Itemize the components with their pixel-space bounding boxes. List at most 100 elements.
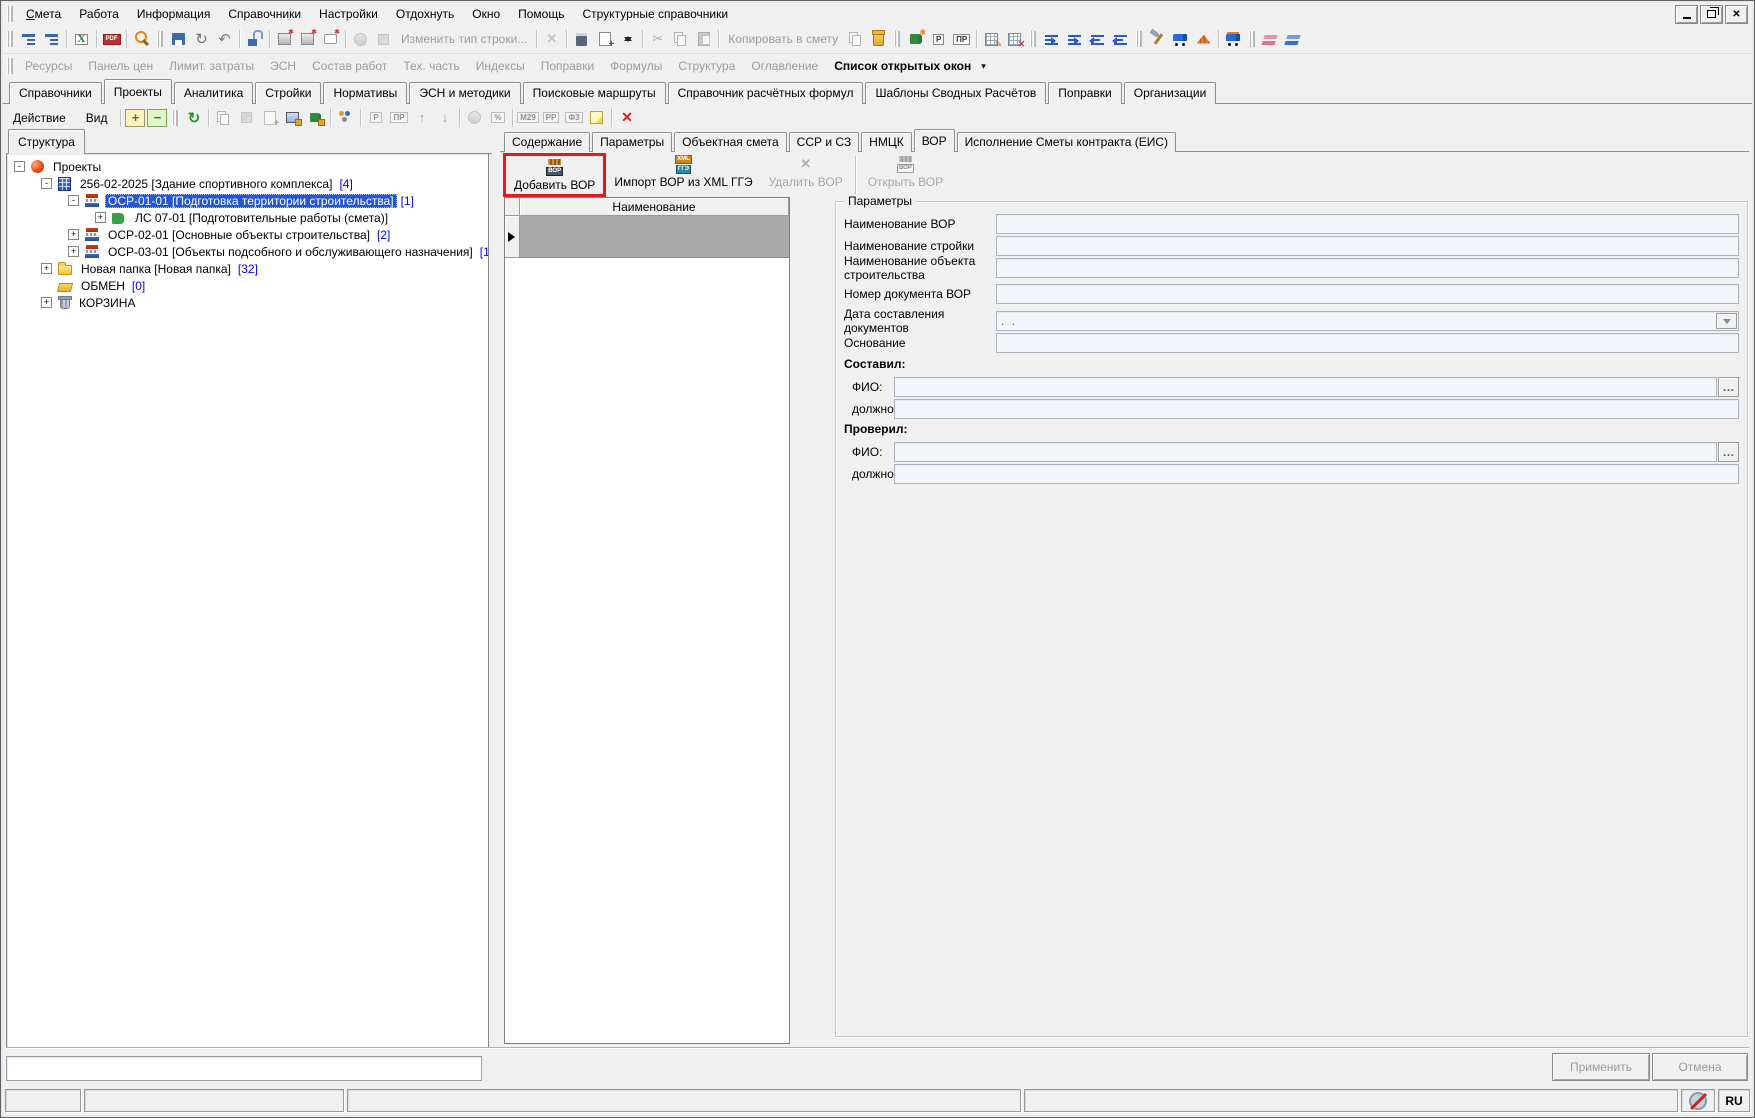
indent-level-icon[interactable] <box>1064 29 1085 49</box>
tree-row[interactable]: - Проекты <box>7 158 488 175</box>
menu-item[interactable]: Настройки <box>310 4 387 24</box>
compiled-fio-browse-button[interactable]: … <box>1718 377 1739 397</box>
menu-item[interactable]: Справочники <box>219 4 310 24</box>
sort-rows-icon[interactable] <box>617 29 638 49</box>
truck-loaded-icon[interactable] <box>1223 29 1244 49</box>
close-button[interactable]: ✕ <box>1725 5 1748 24</box>
document-tab[interactable]: Содержание <box>504 132 590 152</box>
checked-fio-input[interactable] <box>894 442 1717 462</box>
tree-row[interactable]: + ЛС 07-01 [Подготовительные работы (сме… <box>7 209 488 226</box>
main-tab[interactable]: ЭСН и методики <box>409 82 520 104</box>
refresh-icon[interactable] <box>191 29 212 49</box>
outdent-last-level-icon[interactable] <box>1110 29 1131 49</box>
import-file-icon[interactable] <box>282 108 303 128</box>
expand-all-icon[interactable]: + <box>125 109 145 127</box>
menu-item[interactable]: Помощь <box>509 4 573 24</box>
compiled-fio-input[interactable] <box>894 377 1717 397</box>
close-panel-icon[interactable] <box>616 108 637 128</box>
document-tab[interactable]: Исполнение Сметы контракта (ЕИС) <box>957 132 1176 152</box>
toolbar-grip[interactable] <box>894 31 900 47</box>
toolbar-grip[interactable] <box>157 31 163 47</box>
add-vor-button[interactable]: ВОР Добавить ВОР <box>506 156 603 194</box>
materials-icon[interactable] <box>1193 29 1214 49</box>
books-pink-icon[interactable] <box>1260 29 1281 49</box>
tree-row[interactable]: - ОСР-01-01 [Подготовка территории строи… <box>7 192 488 209</box>
add-comment-icon[interactable] <box>320 29 341 49</box>
toolbar-grip[interactable] <box>1249 31 1255 47</box>
toolbar-grip[interactable] <box>7 58 13 74</box>
tree-expand-toggle[interactable]: + <box>41 297 52 308</box>
menu-item[interactable]: Смета <box>17 4 70 24</box>
collapse-all-icon[interactable]: − <box>147 109 167 127</box>
main-tab[interactable]: Организации <box>1124 82 1217 104</box>
checked-fio-browse-button[interactable]: … <box>1718 442 1739 462</box>
books-blue-icon[interactable] <box>1283 29 1304 49</box>
main-tab[interactable]: Стройки <box>255 82 321 104</box>
main-tab[interactable]: Проекты <box>104 79 172 104</box>
row-selector-header[interactable] <box>505 198 520 216</box>
structure-tree-icon[interactable] <box>18 29 39 49</box>
machines-icon[interactable] <box>1170 29 1191 49</box>
compiled-position-input[interactable] <box>894 399 1739 419</box>
undo-icon[interactable] <box>214 29 235 49</box>
toolbar-grip[interactable] <box>7 31 13 47</box>
action-menu-item[interactable]: Действие <box>3 108 76 128</box>
tree-row[interactable]: ОБМЕН [0] <box>7 277 488 294</box>
note-icon[interactable] <box>586 108 607 128</box>
import-vor-button[interactable]: XML ГГЭ Импорт ВОР из XML ГГЭ <box>606 153 760 197</box>
menu-item[interactable]: Структурные справочники <box>573 4 737 24</box>
paste-buffer-icon[interactable] <box>868 29 889 49</box>
add-section-icon[interactable] <box>297 29 318 49</box>
tree-expand-toggle[interactable]: + <box>68 246 79 257</box>
row-edit-icon[interactable] <box>981 29 1002 49</box>
menu-item[interactable]: Информация <box>128 4 219 24</box>
menu-item[interactable]: Отдохнуть <box>387 4 463 24</box>
tree-expand-toggle[interactable]: - <box>14 161 25 172</box>
pdf-export-icon[interactable]: PDF <box>101 29 122 49</box>
search-icon[interactable] <box>131 29 152 49</box>
contractors-icon[interactable] <box>335 108 356 128</box>
basis-input[interactable] <box>996 333 1739 353</box>
tab-structure[interactable]: Структура <box>8 129 85 154</box>
unlock-icon[interactable] <box>244 29 265 49</box>
main-tab[interactable]: Справочники <box>9 82 102 104</box>
toolbar-grip[interactable] <box>172 110 178 126</box>
tools-icon[interactable] <box>1147 29 1168 49</box>
indent-first-level-icon[interactable] <box>1041 29 1062 49</box>
document-tab[interactable]: ССР и СЗ <box>789 132 860 152</box>
chevron-down-icon[interactable]: ▾ <box>981 61 986 72</box>
document-tab[interactable]: Параметры <box>592 132 672 152</box>
tree-expand-toggle[interactable]: + <box>95 212 106 223</box>
tree-expand-toggle[interactable]: + <box>68 229 79 240</box>
toolbar-grip[interactable] <box>1136 31 1142 47</box>
tree-expand-toggle[interactable]: - <box>41 178 52 189</box>
doc-number-input[interactable] <box>996 284 1739 304</box>
save-icon[interactable] <box>168 29 189 49</box>
document-tab[interactable]: НМЦК <box>861 132 912 152</box>
tree-row[interactable]: + Новая папка [Новая папка] [32] <box>7 260 488 277</box>
book-settings-icon[interactable] <box>905 29 926 49</box>
main-tab[interactable]: Поправки <box>1048 82 1121 104</box>
main-tab[interactable]: Шаблоны Сводных Расчётов <box>865 82 1046 104</box>
row-clear-icon[interactable] <box>1004 29 1025 49</box>
p-icon[interactable]: P <box>928 29 949 49</box>
restore-button[interactable] <box>1700 5 1723 24</box>
toolbar-grip[interactable] <box>7 6 13 22</box>
main-tab[interactable]: Поисковые маршруты <box>523 82 666 104</box>
refresh-tree-icon[interactable] <box>183 108 204 128</box>
outdent-level-icon[interactable] <box>1087 29 1108 49</box>
open-windows-button[interactable]: Список открытых окон <box>826 59 979 73</box>
name-project-input[interactable] <box>996 236 1739 256</box>
tree-expand-toggle[interactable]: + <box>41 263 52 274</box>
excel-export-icon[interactable]: X <box>71 29 92 49</box>
structure-move-icon[interactable] <box>41 29 62 49</box>
name-vor-input[interactable] <box>996 214 1739 234</box>
tree-row[interactable]: - 256-02-2025 [Здание спортивного компле… <box>7 175 488 192</box>
action-menu-item[interactable]: Вид <box>76 108 118 128</box>
language-indicator[interactable]: RU <box>1718 1089 1750 1112</box>
calculator-icon[interactable] <box>571 29 592 49</box>
menu-item[interactable]: Окно <box>463 4 509 24</box>
tree-expand-toggle[interactable]: - <box>68 195 79 206</box>
document-tab[interactable]: Объектная смета <box>674 132 787 152</box>
row-selector-cell[interactable] <box>505 216 520 258</box>
